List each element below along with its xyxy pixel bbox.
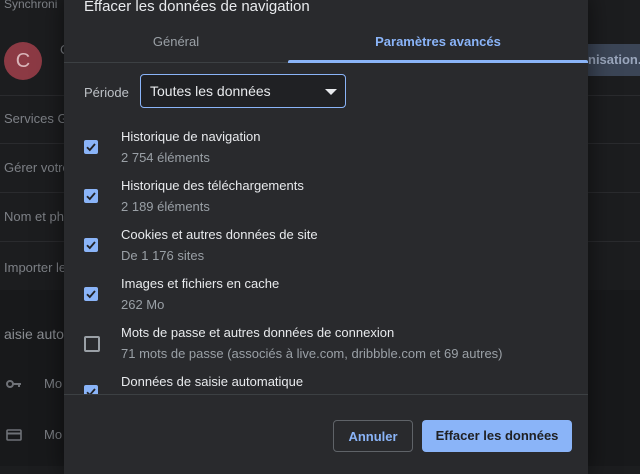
customize-button: nisation... bbox=[582, 44, 640, 76]
check-icon bbox=[86, 143, 96, 152]
key-icon bbox=[6, 376, 22, 392]
check-icon bbox=[86, 192, 96, 201]
period-select-value: Toutes les données bbox=[150, 83, 271, 99]
period-label: Période bbox=[84, 85, 129, 100]
checkbox-browsing-history[interactable] bbox=[84, 140, 98, 154]
list-item: Données de saisie automatique bbox=[64, 373, 588, 394]
item-title: Cookies et autres données de site bbox=[121, 227, 318, 242]
data-types-list[interactable]: Historique de navigation 2 754 éléments … bbox=[64, 118, 588, 394]
card-icon bbox=[6, 428, 22, 444]
list-item: Cookies et autres données de site De 1 1… bbox=[64, 226, 588, 274]
item-title: Historique des téléchargements bbox=[121, 178, 304, 193]
dialog-title: Effacer les données de navigation bbox=[84, 0, 310, 15]
bg-item-import: Importer le bbox=[4, 260, 67, 275]
sync-header: Synchroni bbox=[4, 0, 58, 11]
bg-item-name: Nom et ph bbox=[4, 209, 64, 224]
bg-item-manage: Gérer votre bbox=[4, 160, 70, 175]
clear-data-button[interactable]: Effacer les données bbox=[422, 420, 572, 452]
item-subtitle: 2 189 éléments bbox=[121, 199, 210, 214]
checkbox-cookies[interactable] bbox=[84, 238, 98, 252]
chevron-down-icon bbox=[325, 89, 337, 95]
list-item: Historique de navigation 2 754 éléments bbox=[64, 128, 588, 176]
tab-advanced[interactable]: Paramètres avancés bbox=[288, 24, 588, 63]
checkbox-download-history[interactable] bbox=[84, 189, 98, 203]
item-subtitle: 262 Mo bbox=[121, 297, 165, 312]
bg-section-item-passwords: Mo bbox=[44, 376, 63, 391]
item-title: Données de saisie automatique bbox=[121, 374, 304, 389]
item-subtitle: 2 754 éléments bbox=[121, 150, 210, 165]
bg-section-item-payment: Mo bbox=[44, 427, 63, 442]
item-title: Mots de passe et autres données de conne… bbox=[121, 325, 395, 340]
list-item: Historique des téléchargements 2 189 élé… bbox=[64, 177, 588, 225]
check-icon bbox=[86, 388, 96, 394]
dialog-tabs: Général Paramètres avancés bbox=[64, 24, 588, 63]
checkbox-autofill[interactable] bbox=[84, 385, 98, 394]
checkbox-passwords[interactable] bbox=[84, 336, 100, 352]
cancel-button[interactable]: Annuler bbox=[333, 420, 413, 452]
tab-general[interactable]: Général bbox=[64, 24, 288, 62]
item-subtitle: De 1 176 sites bbox=[121, 248, 205, 263]
footer-divider bbox=[64, 394, 588, 395]
item-title: Historique de navigation bbox=[121, 129, 261, 144]
period-select[interactable]: Toutes les données bbox=[140, 74, 346, 108]
check-icon bbox=[86, 290, 96, 299]
item-subtitle: 71 mots de passe (associés à live.com, d… bbox=[121, 346, 503, 361]
item-title: Images et fichiers en cache bbox=[121, 276, 280, 291]
list-item: Mots de passe et autres données de conne… bbox=[64, 324, 588, 372]
list-item: Images et fichiers en cache 262 Mo bbox=[64, 275, 588, 323]
clear-browsing-data-dialog: Effacer les données de navigation Généra… bbox=[64, 0, 588, 474]
avatar: C bbox=[4, 42, 42, 80]
checkbox-cached-images[interactable] bbox=[84, 287, 98, 301]
bg-item-services: Services G bbox=[4, 111, 68, 126]
check-icon bbox=[86, 241, 96, 250]
